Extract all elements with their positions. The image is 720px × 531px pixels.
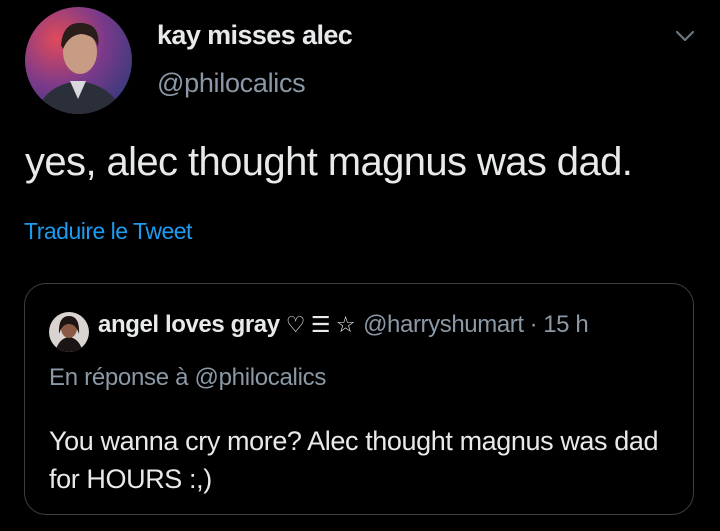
quoted-tweet-text: You wanna cry more? Alec thought magnus …: [49, 426, 659, 494]
author-avatar[interactable]: [25, 7, 132, 114]
quoted-author-avatar[interactable]: [49, 312, 89, 352]
translate-tweet-link[interactable]: Traduire le Tweet: [24, 218, 192, 245]
quoted-tweet-card[interactable]: angel loves gray ♡ ☰ ☆ @harryshumart · 1…: [24, 283, 694, 515]
tweet-text: yes, alec thought magnus was dad.: [25, 140, 633, 184]
name-emoji: ♡ ☰ ☆: [285, 312, 356, 337]
reply-context: En réponse à @philocalics: [49, 364, 327, 391]
chevron-down-icon[interactable]: [674, 25, 696, 47]
quoted-author-display-name[interactable]: angel loves gray: [98, 311, 280, 339]
author-display-name[interactable]: kay misses alec: [157, 20, 353, 51]
quoted-tweet-header: angel loves gray ♡ ☰ ☆ @harryshumart · 1…: [98, 311, 589, 339]
author-handle[interactable]: @philocalics: [157, 68, 306, 99]
separator-dot: ·: [529, 311, 538, 338]
quoted-tweet-time[interactable]: 15 h: [543, 311, 589, 339]
quoted-author-handle[interactable]: @harryshumart: [363, 311, 524, 339]
